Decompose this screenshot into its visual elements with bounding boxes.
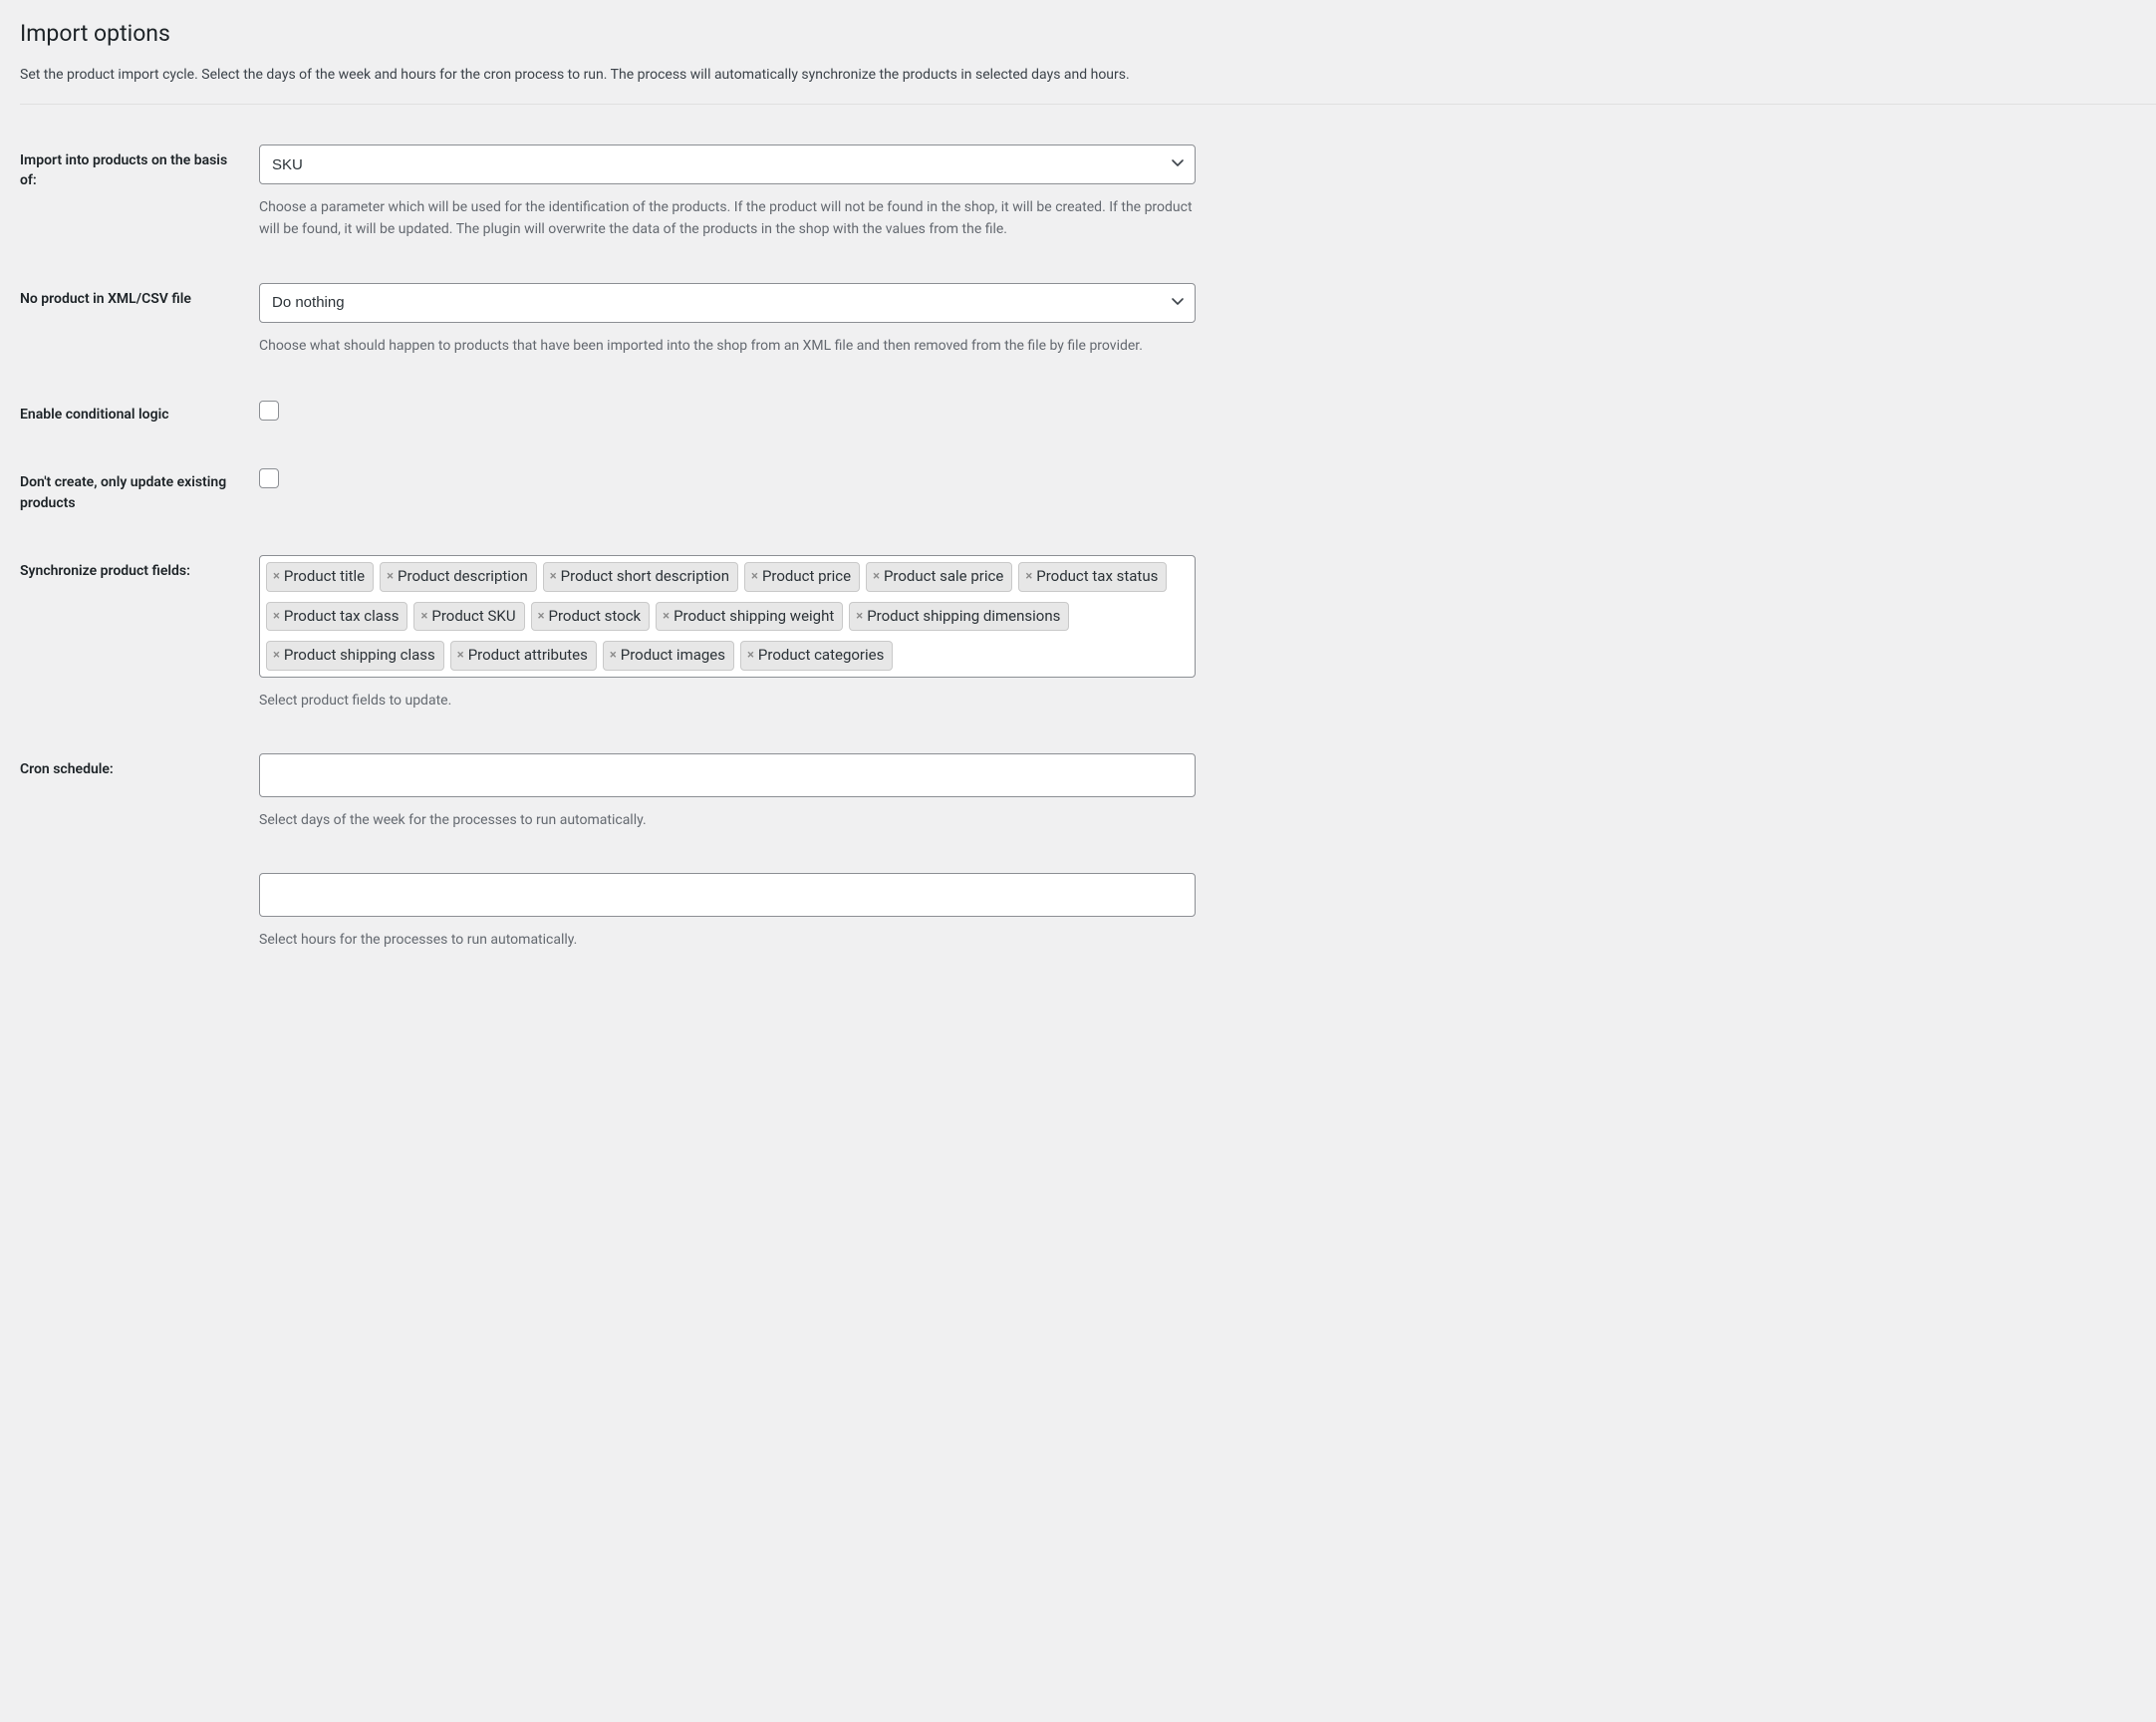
tag-label: Product tax status: [1036, 567, 1158, 587]
tag-label: Product title: [284, 567, 365, 587]
help-cron-hours: Select hours for the processes to run au…: [259, 929, 1196, 951]
close-icon[interactable]: ×: [387, 570, 394, 583]
close-icon[interactable]: ×: [747, 649, 754, 662]
multiselect-cron-hours[interactable]: [259, 873, 1196, 917]
tag-item[interactable]: × Product price: [744, 562, 860, 592]
row-cron-hours: Select hours for the processes to run au…: [20, 873, 2156, 951]
close-icon[interactable]: ×: [550, 570, 557, 583]
row-import-basis: Import into products on the basis of: SK…: [20, 144, 2156, 241]
tag-label: Product price: [762, 567, 851, 587]
label-cron-hours-empty: [20, 873, 259, 879]
tag-item[interactable]: × Product short description: [543, 562, 738, 592]
tag-item[interactable]: × Product SKU: [413, 602, 524, 632]
tag-label: Product attributes: [468, 646, 588, 666]
select-import-basis[interactable]: SKU: [259, 144, 1196, 184]
close-icon[interactable]: ×: [873, 570, 880, 583]
page-title: Import options: [20, 20, 2156, 47]
close-icon[interactable]: ×: [420, 610, 427, 623]
tag-item[interactable]: × Product images: [603, 641, 734, 671]
close-icon[interactable]: ×: [856, 610, 863, 623]
tag-item[interactable]: × Product description: [380, 562, 537, 592]
tag-label: Product shipping class: [284, 646, 435, 666]
close-icon[interactable]: ×: [1025, 570, 1032, 583]
tag-label: Product shipping weight: [674, 607, 834, 627]
tag-item[interactable]: × Product sale price: [866, 562, 1012, 592]
tag-label: Product SKU: [431, 607, 515, 627]
close-icon[interactable]: ×: [538, 610, 545, 623]
label-sync-fields: Synchronize product fields:: [20, 555, 259, 581]
close-icon[interactable]: ×: [273, 649, 280, 662]
multiselect-sync-fields[interactable]: ×Product title×Product description×Produ…: [259, 555, 1196, 678]
tag-label: Product images: [621, 646, 725, 666]
tag-label: Product sale price: [884, 567, 1003, 587]
close-icon[interactable]: ×: [610, 649, 617, 662]
close-icon[interactable]: ×: [273, 610, 280, 623]
tag-label: Product description: [398, 567, 528, 587]
checkbox-only-update[interactable]: [259, 468, 279, 488]
label-conditional-logic: Enable conditional logic: [20, 399, 259, 425]
tag-label: Product stock: [548, 607, 641, 627]
tag-item[interactable]: × Product categories: [740, 641, 893, 671]
row-cron-days: Cron schedule: Select days of the week f…: [20, 753, 2156, 831]
label-only-update: Don't create, only update existing produ…: [20, 466, 259, 513]
row-only-update: Don't create, only update existing produ…: [20, 466, 2156, 513]
row-conditional-logic: Enable conditional logic: [20, 399, 2156, 425]
tag-item[interactable]: × Product shipping dimensions: [849, 602, 1069, 632]
label-import-basis: Import into products on the basis of:: [20, 144, 259, 191]
tag-item[interactable]: × Product tax status: [1018, 562, 1167, 592]
close-icon[interactable]: ×: [457, 649, 464, 662]
row-no-product: No product in XML/CSV file Do nothing Ch…: [20, 283, 2156, 357]
multiselect-cron-days[interactable]: [259, 753, 1196, 797]
row-sync-fields: Synchronize product fields: × Product tit…: [20, 555, 2156, 712]
tag-item[interactable]: ×Product stock: [531, 602, 651, 632]
help-no-product: Choose what should happen to products th…: [259, 335, 1196, 357]
tag-item[interactable]: × Product attributes: [450, 641, 597, 671]
tag-label: Product tax class: [284, 607, 400, 627]
close-icon[interactable]: ×: [751, 570, 758, 583]
help-sync-fields: Select product fields to update.: [259, 690, 1196, 712]
label-no-product: No product in XML/CSV file: [20, 283, 259, 309]
tag-item[interactable]: × Product tax class: [266, 602, 407, 632]
tag-label: Product categories: [758, 646, 884, 666]
label-cron-schedule: Cron schedule:: [20, 753, 259, 779]
page-description: Set the product import cycle. Select the…: [20, 65, 2156, 105]
select-no-product[interactable]: Do nothing: [259, 283, 1196, 323]
close-icon[interactable]: ×: [663, 610, 670, 623]
tag-label: Product short description: [561, 567, 729, 587]
tag-item[interactable]: × Product shipping class: [266, 641, 444, 671]
tag-label: Product shipping dimensions: [867, 607, 1060, 627]
tag-item[interactable]: × Product title: [266, 562, 374, 592]
checkbox-conditional-logic[interactable]: [259, 401, 279, 421]
close-icon[interactable]: ×: [273, 570, 280, 583]
help-import-basis: Choose a parameter which will be used fo…: [259, 196, 1196, 241]
tag-item[interactable]: × Product shipping weight: [656, 602, 843, 632]
help-cron-days: Select days of the week for the processe…: [259, 809, 1196, 831]
